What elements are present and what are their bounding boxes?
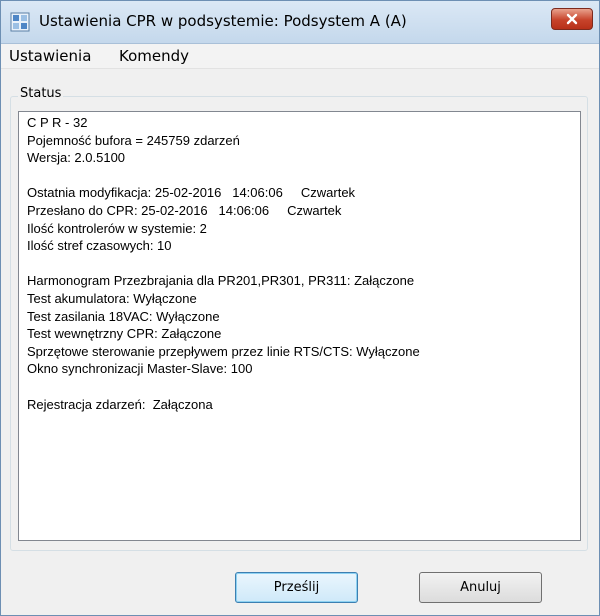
status-line: Rejestracja zdarzeń: Załączona bbox=[27, 396, 213, 412]
send-button[interactable]: Prześlij bbox=[235, 572, 358, 603]
status-group-label: Status bbox=[18, 86, 64, 101]
status-line: Ilość stref czasowych: 10 bbox=[27, 238, 172, 254]
app-icon bbox=[10, 12, 30, 32]
status-line: Okno synchronizacji Master-Slave: 100 bbox=[27, 361, 253, 377]
status-line: Sprzętowe sterowanie przepływem przez li… bbox=[27, 343, 420, 359]
status-text-box[interactable]: C P R - 32 Pojemność bufora = 245759 zda… bbox=[18, 111, 581, 541]
status-line: Test wewnętrzny CPR: Załączone bbox=[27, 326, 222, 342]
status-line: Pojemność bufora = 245759 zdarzeń bbox=[27, 132, 240, 148]
cancel-button[interactable]: Anuluj bbox=[419, 572, 542, 603]
status-line bbox=[27, 378, 580, 396]
window-title: Ustawienia CPR w podsystemie: Podsystem … bbox=[39, 12, 407, 30]
status-line: Ilość kontrolerów w systemie: 2 bbox=[27, 220, 207, 236]
close-icon bbox=[566, 13, 578, 25]
menu-bar: Ustawienia Komendy bbox=[1, 44, 599, 69]
title-bar[interactable]: Ustawienia CPR w podsystemie: Podsystem … bbox=[1, 1, 599, 44]
status-line: Ostatnia modyfikacja: 25-02-2016 14:06:0… bbox=[27, 185, 356, 201]
status-line: Test zasilania 18VAC: Wyłączone bbox=[27, 308, 220, 324]
status-line: Przesłano do CPR: 25-02-2016 14:06:06 Cz… bbox=[27, 202, 342, 218]
dialog-window: Ustawienia CPR w podsystemie: Podsystem … bbox=[0, 0, 600, 616]
status-line bbox=[27, 255, 580, 273]
close-button[interactable] bbox=[551, 8, 593, 30]
status-line: Wersja: 2.0.5100 bbox=[27, 150, 126, 166]
status-line: Harmonogram Przezbrajania dla PR201,PR30… bbox=[27, 273, 415, 289]
status-line: Test akumulatora: Wyłączone bbox=[27, 290, 197, 306]
status-line bbox=[27, 167, 580, 185]
status-line: C P R - 32 bbox=[27, 115, 88, 130]
menu-ustawienia[interactable]: Ustawienia bbox=[9, 47, 91, 65]
menu-komendy[interactable]: Komendy bbox=[119, 47, 189, 65]
